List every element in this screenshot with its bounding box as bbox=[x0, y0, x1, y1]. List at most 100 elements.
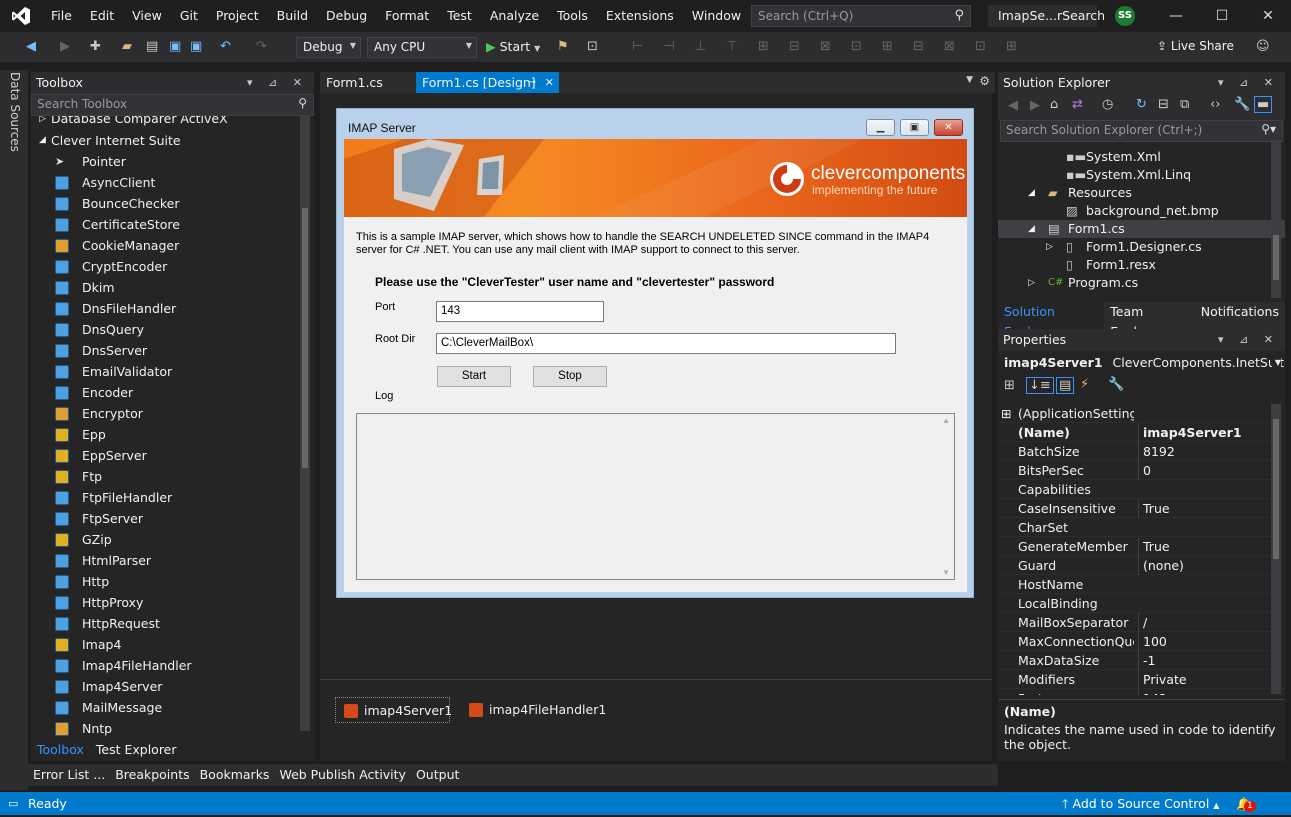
panel-controls-icon[interactable]: ▾ ⊿ ✕ bbox=[247, 72, 308, 94]
tab-output[interactable]: Output bbox=[411, 764, 464, 786]
toolbox-item-dnsfilehandler[interactable]: DnsFileHandler bbox=[31, 298, 314, 319]
properties-scrollbar[interactable] bbox=[1271, 404, 1281, 694]
tree-item-form1-designer[interactable]: ▷ ▯ Form1.Designer.cs bbox=[998, 238, 1285, 256]
menu-git[interactable]: Git bbox=[171, 0, 207, 32]
browse-icon[interactable]: ⚑ bbox=[557, 39, 569, 54]
property-value[interactable]: True bbox=[1138, 499, 1268, 518]
pending-changes-icon[interactable]: ◷ bbox=[1102, 97, 1113, 112]
log-textbox[interactable]: ▲ ▼ bbox=[356, 413, 955, 580]
toolbox-item-http[interactable]: Http bbox=[31, 571, 314, 592]
property-value[interactable]: / bbox=[1138, 613, 1268, 632]
redo-icon[interactable]: ↷ bbox=[256, 39, 267, 54]
start-button[interactable]: Start bbox=[437, 366, 511, 387]
property-value[interactable]: 143 bbox=[1138, 689, 1268, 695]
toolbox-item-ftpserver[interactable]: FtpServer bbox=[31, 508, 314, 529]
property-row[interactable]: CaseInsensitive True bbox=[998, 499, 1285, 518]
gear-icon[interactable]: ⚙ bbox=[979, 74, 990, 88]
toolbox-group-database-comparer[interactable]: ▷ Database Comparer ActiveX bbox=[31, 116, 314, 130]
menu-edit[interactable]: Edit bbox=[81, 0, 123, 32]
forward-icon[interactable]: ▶ bbox=[1030, 98, 1040, 113]
categorized-icon[interactable]: ⊞ bbox=[1004, 378, 1015, 393]
start-debug-button[interactable]: ▶ Start ▼ bbox=[486, 39, 540, 54]
property-row[interactable]: Port 143 bbox=[998, 689, 1285, 695]
tab-form1-design[interactable]: Form1.cs [Design] ⊸ ✕ bbox=[416, 72, 559, 93]
tree-item-form1-resx[interactable]: ▯ Form1.resx bbox=[998, 256, 1285, 274]
feedback-icon[interactable]: ☺ bbox=[1256, 39, 1270, 54]
toolbox-item-gzip[interactable]: GZip bbox=[31, 529, 314, 550]
property-row[interactable]: Guard (none) bbox=[998, 556, 1285, 575]
property-row[interactable]: CharSet bbox=[998, 518, 1285, 537]
toolbox-item-bouncechecker[interactable]: BounceChecker bbox=[31, 193, 314, 214]
menu-analyze[interactable]: Analyze bbox=[481, 0, 548, 32]
add-to-source-control-button[interactable]: 🡑 Add to Source Control ▲ bbox=[1062, 792, 1219, 817]
open-folder-icon[interactable]: ▰ bbox=[122, 39, 132, 54]
property-row[interactable]: Capabilities bbox=[998, 480, 1285, 499]
property-value[interactable]: (none) bbox=[1138, 556, 1268, 575]
property-value[interactable]: 100 bbox=[1138, 632, 1268, 651]
show-all-files-icon[interactable]: ⧉ bbox=[1180, 97, 1189, 112]
tab-breakpoints[interactable]: Breakpoints bbox=[110, 764, 194, 786]
menu-test[interactable]: Test bbox=[438, 0, 481, 32]
port-input[interactable]: 143 bbox=[436, 301, 604, 322]
scroll-thumb[interactable] bbox=[302, 208, 308, 468]
view-code-icon[interactable]: ‹› bbox=[1210, 97, 1220, 112]
scroll-up-icon[interactable]: ▲ bbox=[942, 416, 950, 425]
toolbox-item-eppserver[interactable]: EppServer bbox=[31, 445, 314, 466]
scroll-thumb[interactable] bbox=[1273, 419, 1279, 559]
property-row[interactable]: ⊞ (ApplicationSettings) bbox=[998, 404, 1285, 423]
user-avatar[interactable]: SS bbox=[1115, 6, 1135, 26]
properties-icon[interactable]: ▤ bbox=[1056, 377, 1075, 394]
save-icon[interactable]: ▣ bbox=[169, 39, 181, 54]
tab-test-explorer[interactable]: Test Explorer bbox=[90, 740, 183, 760]
property-pages-icon[interactable]: 🔧 bbox=[1108, 377, 1124, 392]
configuration-dropdown[interactable]: Debug ▼ bbox=[296, 37, 361, 58]
close-button[interactable]: ✕ bbox=[1245, 0, 1291, 32]
toolbox-item-imap4server[interactable]: Imap4Server bbox=[31, 676, 314, 697]
data-sources-tab[interactable]: Data Sources bbox=[8, 72, 22, 152]
expand-icon[interactable]: ⊞ bbox=[1001, 404, 1011, 423]
toolbox-item-epp[interactable]: Epp bbox=[31, 424, 314, 445]
property-row[interactable]: (Name) imap4Server1 bbox=[998, 423, 1285, 442]
back-icon[interactable]: ◀ bbox=[1008, 98, 1018, 113]
minimize-button[interactable]: — bbox=[1153, 0, 1199, 32]
toolbox-group-clever-internet-suite[interactable]: ◢ Clever Internet Suite bbox=[31, 130, 314, 151]
visual-studio-logo-icon[interactable] bbox=[0, 0, 42, 32]
scroll-thumb[interactable] bbox=[1273, 235, 1279, 280]
toolbox-item-cryptencoder[interactable]: CryptEncoder bbox=[31, 256, 314, 277]
property-value[interactable]: -1 bbox=[1138, 651, 1268, 670]
form-close-button[interactable]: ✕ bbox=[934, 119, 963, 136]
toolbox-item-imap4filehandler[interactable]: Imap4FileHandler bbox=[31, 655, 314, 676]
property-row[interactable]: GenerateMember True bbox=[998, 537, 1285, 556]
menu-view[interactable]: View bbox=[123, 0, 171, 32]
property-row[interactable]: BitsPerSec 0 bbox=[998, 461, 1285, 480]
menu-tools[interactable]: Tools bbox=[548, 0, 597, 32]
tree-item-system-xml[interactable]: ▪▬ System.Xml bbox=[998, 148, 1285, 166]
property-value[interactable]: 8192 bbox=[1138, 442, 1268, 461]
events-icon[interactable]: ⚡ bbox=[1080, 377, 1089, 392]
rootdir-input[interactable]: C:\CleverMailBox\ bbox=[436, 333, 896, 354]
toolbox-item-encoder[interactable]: Encoder bbox=[31, 382, 314, 403]
close-tab-icon[interactable]: ✕ bbox=[545, 72, 554, 93]
toolbox-item-ftpfilehandler[interactable]: FtpFileHandler bbox=[31, 487, 314, 508]
refresh-icon[interactable]: ↻ bbox=[1136, 97, 1147, 112]
live-share-button[interactable]: ⇪ Live Share bbox=[1157, 39, 1234, 53]
global-search-input[interactable]: Search (Ctrl+Q) ⚲ bbox=[751, 5, 971, 27]
tray-imap4filehandler1[interactable]: imap4FileHandler1 bbox=[461, 697, 606, 723]
tab-form1-cs[interactable]: Form1.cs bbox=[320, 72, 418, 93]
toolbox-item-htmlparser[interactable]: HtmlParser bbox=[31, 550, 314, 571]
form-minimize-button[interactable]: ▁ bbox=[866, 119, 895, 136]
menu-debug[interactable]: Debug bbox=[317, 0, 376, 32]
open-file-icon[interactable]: ▤ bbox=[146, 39, 158, 54]
property-value[interactable]: 0 bbox=[1138, 461, 1268, 480]
wrench-icon[interactable]: 🔧 bbox=[1234, 97, 1250, 112]
save-all-icon[interactable]: ▣ bbox=[190, 39, 202, 54]
toolbox-item-encryptor[interactable]: Encryptor bbox=[31, 403, 314, 424]
alignment-tools-icon[interactable]: ⊢ ⊣ ⊥ ⊤ ⊞ ⊟ ⊠ ⊡ ⊞ ⊟ ⊠ ⊡ ⊞ bbox=[632, 39, 1025, 54]
tray-imap4server1[interactable]: imap4Server1 bbox=[335, 697, 452, 723]
toolbox-item-asyncclient[interactable]: AsyncClient bbox=[31, 172, 314, 193]
platform-dropdown[interactable]: Any CPU ▼ bbox=[367, 37, 477, 58]
forward-icon[interactable]: ▶ bbox=[60, 39, 70, 54]
panel-controls-icon[interactable]: ▾ ⊿ ✕ bbox=[1218, 329, 1279, 351]
toolbox-item-imap4[interactable]: Imap4 bbox=[31, 634, 314, 655]
toolbox-item-dkim[interactable]: Dkim bbox=[31, 277, 314, 298]
